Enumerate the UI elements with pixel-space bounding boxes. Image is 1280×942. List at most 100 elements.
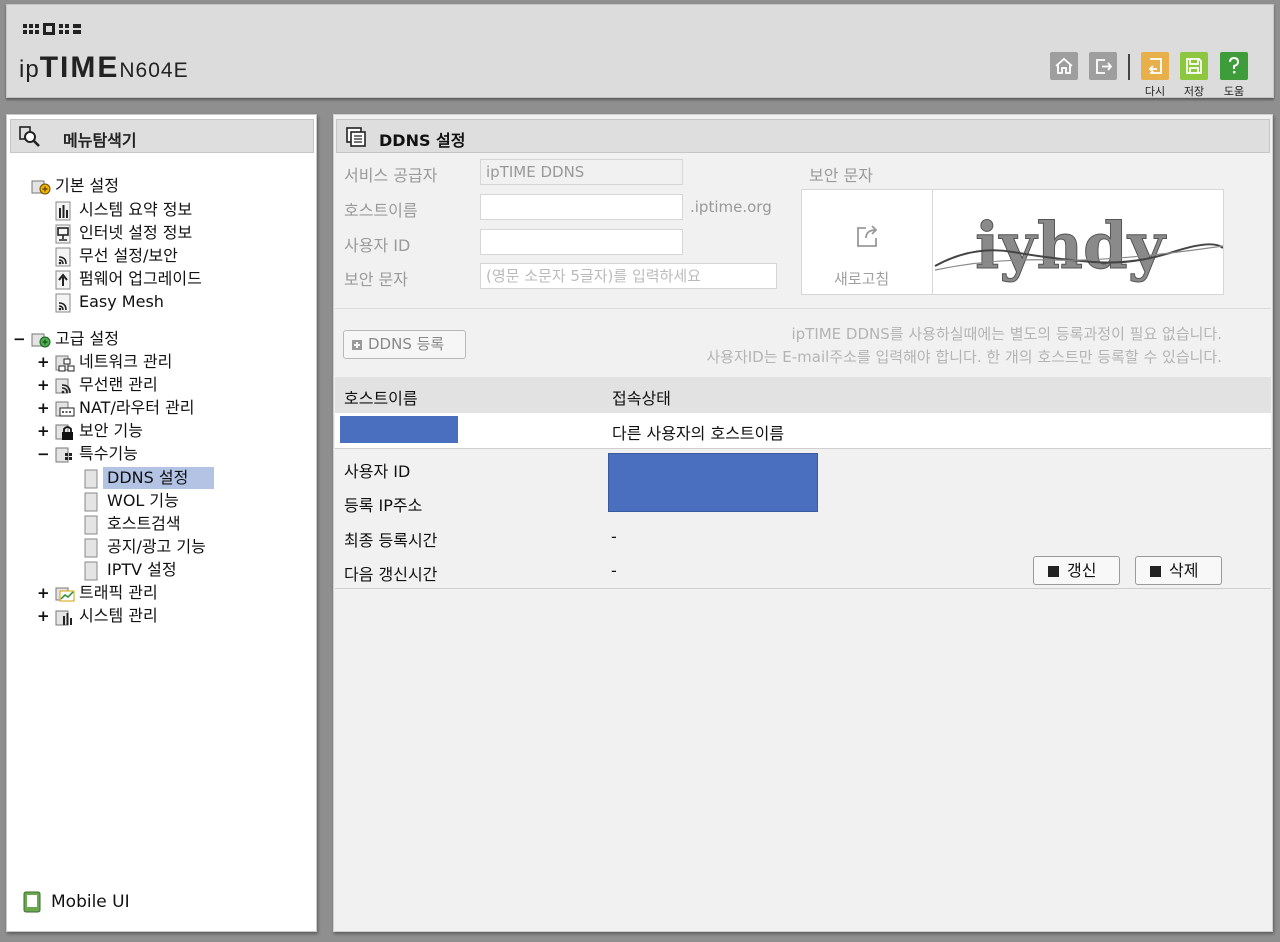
menu-label: 펌웨어 업그레이드 <box>79 269 202 288</box>
captcha-box: 새로고침 iyhdy <box>801 189 1224 295</box>
refresh-icon <box>857 225 878 247</box>
row-status: 다른 사용자의 호스트이름 <box>612 424 785 443</box>
mobile-phone-icon <box>23 891 41 913</box>
menu-explorer-title: 메뉴탐색기 <box>63 131 137 150</box>
tree-label: 무선랜 관리 <box>79 375 158 394</box>
notice-line-1: ipTIME DDNS를 사용하실때에는 별도의 등록과정이 필요 없습니다. <box>791 325 1222 343</box>
plus-icon <box>352 340 362 350</box>
captcha-input[interactable]: (영문 소문자 5글자)를 입력하세요 <box>480 263 777 289</box>
bar-chart-icon <box>55 610 72 626</box>
router-icon <box>55 401 75 417</box>
panel-title: DDNS 설정 <box>379 131 466 150</box>
wifi-icon <box>55 293 71 313</box>
menu-label: 인터넷 설정 정보 <box>79 223 193 242</box>
mobile-ui-label: Mobile UI <box>51 892 130 912</box>
section-divider <box>335 308 1271 309</box>
tree-label: 보안 기능 <box>79 421 143 440</box>
tree-label: 기본 설정 <box>55 176 119 195</box>
logo-mark <box>21 22 85 36</box>
folder-settings-icon <box>31 333 51 348</box>
hostname-input[interactable] <box>480 194 683 220</box>
tree-label: NAT/라우터 관리 <box>79 398 195 417</box>
wifi-icon <box>55 378 71 394</box>
question-icon <box>1229 56 1240 74</box>
captcha-label: 보안 문자 <box>344 270 408 289</box>
home-button[interactable] <box>1050 52 1078 80</box>
expand-toggle[interactable]: + <box>37 351 50 373</box>
tree-label: 고급 설정 <box>55 329 119 348</box>
expand-toggle[interactable]: + <box>37 374 50 396</box>
panel-header: DDNS 설정 <box>336 119 1270 153</box>
table-header: 호스트이름 접속상태 <box>335 377 1271 413</box>
folder-settings-icon <box>31 180 51 195</box>
logout-button[interactable] <box>1089 52 1117 80</box>
notice-line-2: 사용자ID는 E-mail주소를 입력해야 합니다. 한 개의 호스트만 등록할… <box>706 348 1222 366</box>
page-icon <box>84 469 98 489</box>
column-hostname: 호스트이름 <box>344 389 418 408</box>
table-row[interactable]: 다른 사용자의 호스트이름 <box>335 413 1271 449</box>
refresh-square-icon <box>1048 566 1059 577</box>
delete-button-label: 삭제 <box>1169 561 1199 580</box>
menu-label: 호스트검색 <box>107 514 181 533</box>
ddns-register-button[interactable]: DDNS 등록 <box>343 330 466 359</box>
column-status: 접속상태 <box>612 389 671 408</box>
menu-explorer: 메뉴탐색기 기본 설정 시스템 요약 정보 인터넷 설정 정보 무선 설정/보안… <box>6 114 317 932</box>
traffic-chart-icon <box>55 587 75 602</box>
user-id-input[interactable] <box>480 229 683 255</box>
menu-label: 무선 설정/보안 <box>79 246 178 265</box>
detail-last-value: - <box>611 527 617 546</box>
top-header: ipTIMEN604E 다시 저장 도움 <box>6 4 1274 98</box>
menu-label: IPTV 설정 <box>107 560 177 579</box>
collapse-toggle[interactable]: − <box>13 328 26 350</box>
expand-toggle[interactable]: + <box>37 420 50 442</box>
page-icon <box>84 561 98 581</box>
lock-icon <box>55 424 73 440</box>
expand-toggle[interactable]: + <box>37 397 50 419</box>
magnifier-icon <box>19 126 40 147</box>
model-name: N604E <box>119 59 189 82</box>
captcha-image: iyhdy <box>934 209 1223 285</box>
tree-label: 시스템 관리 <box>79 606 158 625</box>
home-icon <box>1055 57 1073 74</box>
reset-button[interactable] <box>1141 52 1169 80</box>
save-button[interactable] <box>1180 52 1208 80</box>
section-divider <box>335 588 1271 589</box>
menu-label: DDNS 설정 <box>103 467 215 489</box>
refresh-button-label: 갱신 <box>1067 561 1097 580</box>
menu-explorer-header: 메뉴탐색기 <box>10 119 314 153</box>
provider-label: 서비스 공급자 <box>344 166 438 185</box>
detail-last-label: 최종 등록시간 <box>344 531 438 550</box>
tree-label: 네트워크 관리 <box>79 352 173 371</box>
ddns-settings-panel: DDNS 설정 서비스 공급자 ipTIME DDNS 호스트이름 .iptim… <box>333 114 1273 932</box>
page-icon <box>84 492 98 512</box>
logout-icon <box>1096 59 1113 74</box>
captcha-title: 보안 문자 <box>809 166 873 185</box>
provider-field: ipTIME DDNS <box>480 159 683 185</box>
wifi-icon <box>55 247 71 267</box>
refresh-label: 새로고침 <box>834 270 890 288</box>
window-icon <box>346 127 366 147</box>
detail-next-label: 다음 갱신시간 <box>344 565 438 584</box>
collapse-toggle[interactable]: − <box>37 443 50 465</box>
redacted-user-ip <box>608 453 818 512</box>
delete-button[interactable]: 삭제 <box>1135 556 1222 585</box>
detail-user-id-label: 사용자 ID <box>344 462 411 481</box>
save-label: 저장 <box>1183 85 1205 98</box>
help-label: 도움 <box>1223 85 1245 98</box>
help-button[interactable] <box>1220 52 1248 80</box>
redacted-hostname <box>340 416 458 443</box>
tree-label: 특수기능 <box>79 444 138 463</box>
floppy-icon <box>1186 58 1202 74</box>
hostname-suffix: .iptime.org <box>690 198 772 216</box>
expand-toggle[interactable]: + <box>37 582 50 604</box>
page-icon <box>84 538 98 558</box>
refresh-button[interactable]: 갱신 <box>1033 556 1120 585</box>
network-icon <box>55 355 75 372</box>
expand-toggle[interactable]: + <box>37 605 50 627</box>
register-label: DDNS 등록 <box>368 335 445 353</box>
user-id-label: 사용자 ID <box>344 236 411 255</box>
captcha-text: iyhdy <box>975 209 1167 284</box>
upload-icon <box>55 270 71 290</box>
reset-label: 다시 <box>1144 85 1166 98</box>
monitor-icon <box>55 224 71 244</box>
